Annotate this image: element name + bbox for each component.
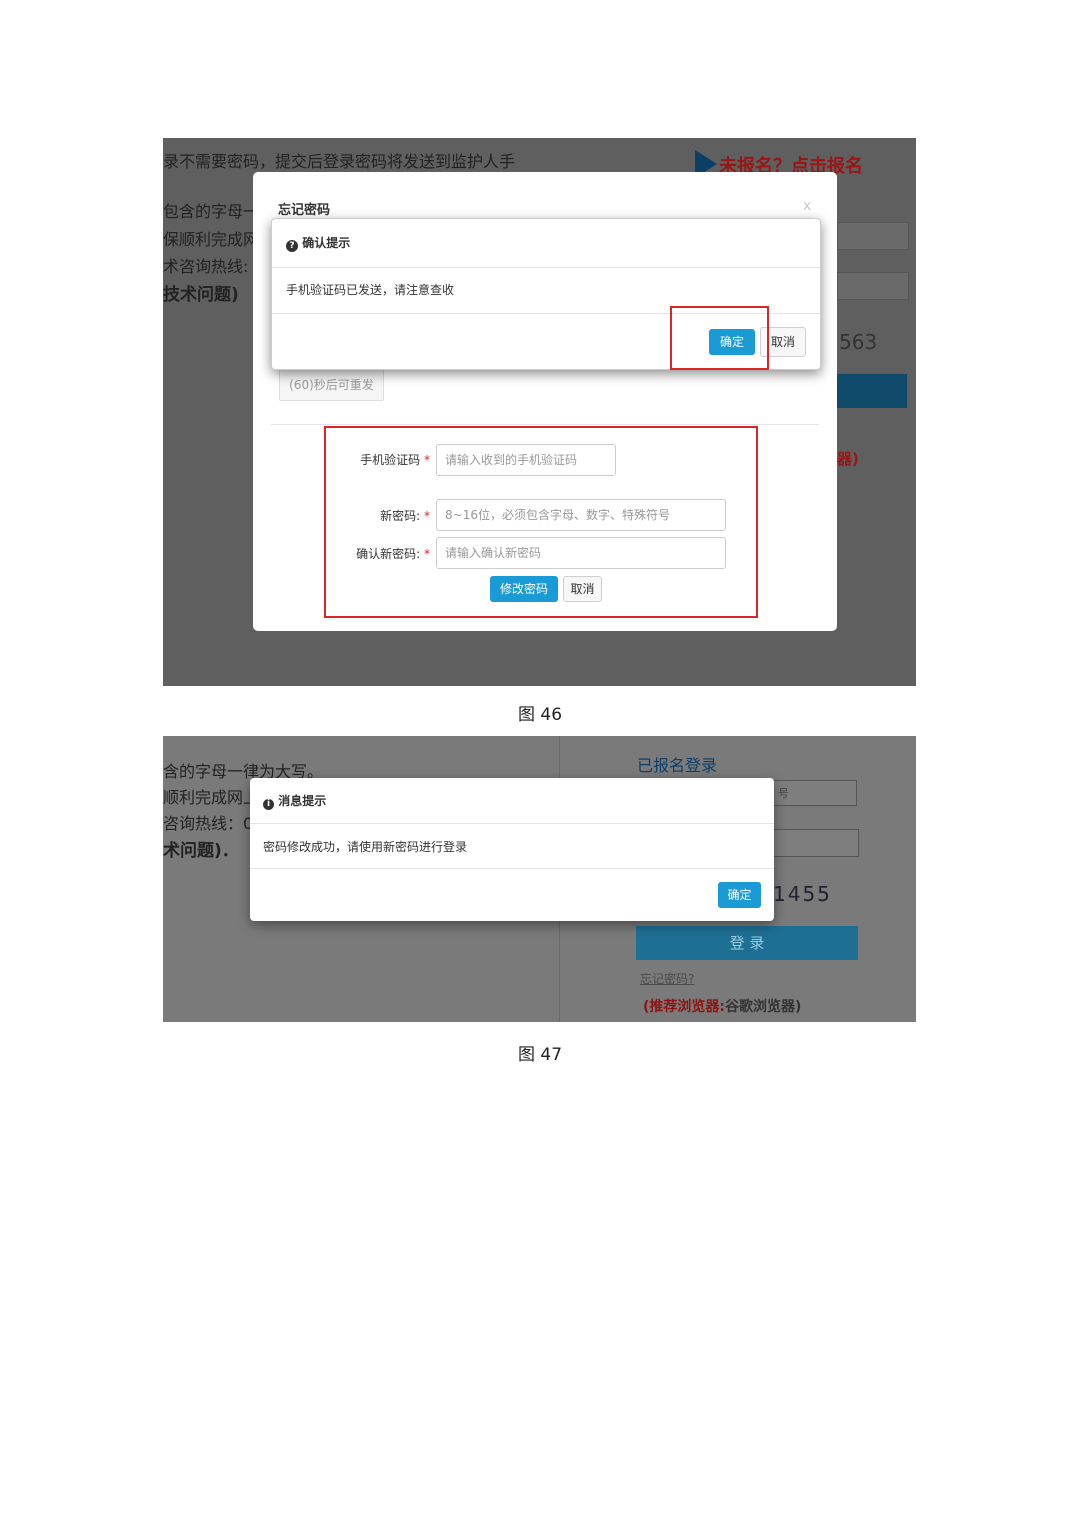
dialog-title-text: 消息提示 xyxy=(278,794,327,808)
resend-sms-button[interactable]: (60)秒后可重发 xyxy=(279,369,384,401)
bg-input xyxy=(837,272,909,300)
dialog-title: ? 确认提示 xyxy=(286,234,350,252)
ok-button[interactable]: 确定 xyxy=(718,882,761,908)
bg-input: 号 xyxy=(773,780,857,806)
dialog-message: 密码修改成功，请使用新密码进行登录 xyxy=(263,840,468,854)
forgot-password-link[interactable]: 忘记密码? xyxy=(640,970,694,987)
browser-hint-value: 谷歌浏览器) xyxy=(725,999,802,1015)
info-circle-icon: i xyxy=(263,799,274,810)
bg-login-button xyxy=(837,374,907,408)
captcha-image: 1455 xyxy=(773,882,832,906)
dialog-message: 手机验证码已发送，请注意查收 xyxy=(286,283,455,297)
close-icon[interactable]: x xyxy=(803,198,811,214)
bg-notice-line: 术问题)． xyxy=(163,836,239,861)
bg-notice-line: 顺利完成网上 xyxy=(163,788,260,807)
bg-browser-hint: 器) xyxy=(837,450,859,468)
bg-notice-line: 录不需要密码，提交后登录密码将发送到监护人手 xyxy=(163,152,516,171)
bg-input xyxy=(837,222,909,250)
bg-paren: )． xyxy=(214,841,239,861)
dialog-title-text: 确认提示 xyxy=(302,236,351,250)
question-circle-icon: ? xyxy=(286,240,298,252)
figure-caption: 图 46 xyxy=(517,705,563,725)
bg-tech-issue: 术问题 xyxy=(163,841,214,861)
dialog-header xyxy=(272,219,820,268)
bg-notice-line: 包含的字母一 xyxy=(163,202,260,221)
highlight-box-ok xyxy=(670,306,769,370)
login-button[interactable]: 登 录 xyxy=(636,926,858,960)
modal-title: 忘记密码 xyxy=(278,203,331,218)
browser-hint-label: (推荐浏览器: xyxy=(643,999,725,1015)
dialog-divider xyxy=(250,868,774,869)
dialog-header xyxy=(250,778,774,824)
bg-paren: ) xyxy=(231,285,239,305)
bg-notice-line: 咨询热线：0 xyxy=(163,814,254,833)
bg-notice-line: 技术问题) xyxy=(163,280,239,305)
figure-caption: 图 47 xyxy=(517,1045,563,1065)
modal-divider xyxy=(271,424,819,425)
highlight-box-form xyxy=(324,426,758,618)
message-dialog: i 消息提示 密码修改成功，请使用新密码进行登录 确定 xyxy=(250,778,774,921)
browser-hint: (推荐浏览器:谷歌浏览器) xyxy=(643,996,801,1016)
dialog-title: i 消息提示 xyxy=(263,792,326,810)
captcha-image: 563 xyxy=(839,330,878,354)
bg-notice-line: 术咨询热线: xyxy=(163,257,249,276)
bg-tech-issue: 技术问题 xyxy=(163,285,231,305)
login-title: 已报名登录 xyxy=(637,756,718,775)
bg-input xyxy=(773,829,859,857)
bg-notice-line: 保顺利完成网 xyxy=(163,230,260,249)
